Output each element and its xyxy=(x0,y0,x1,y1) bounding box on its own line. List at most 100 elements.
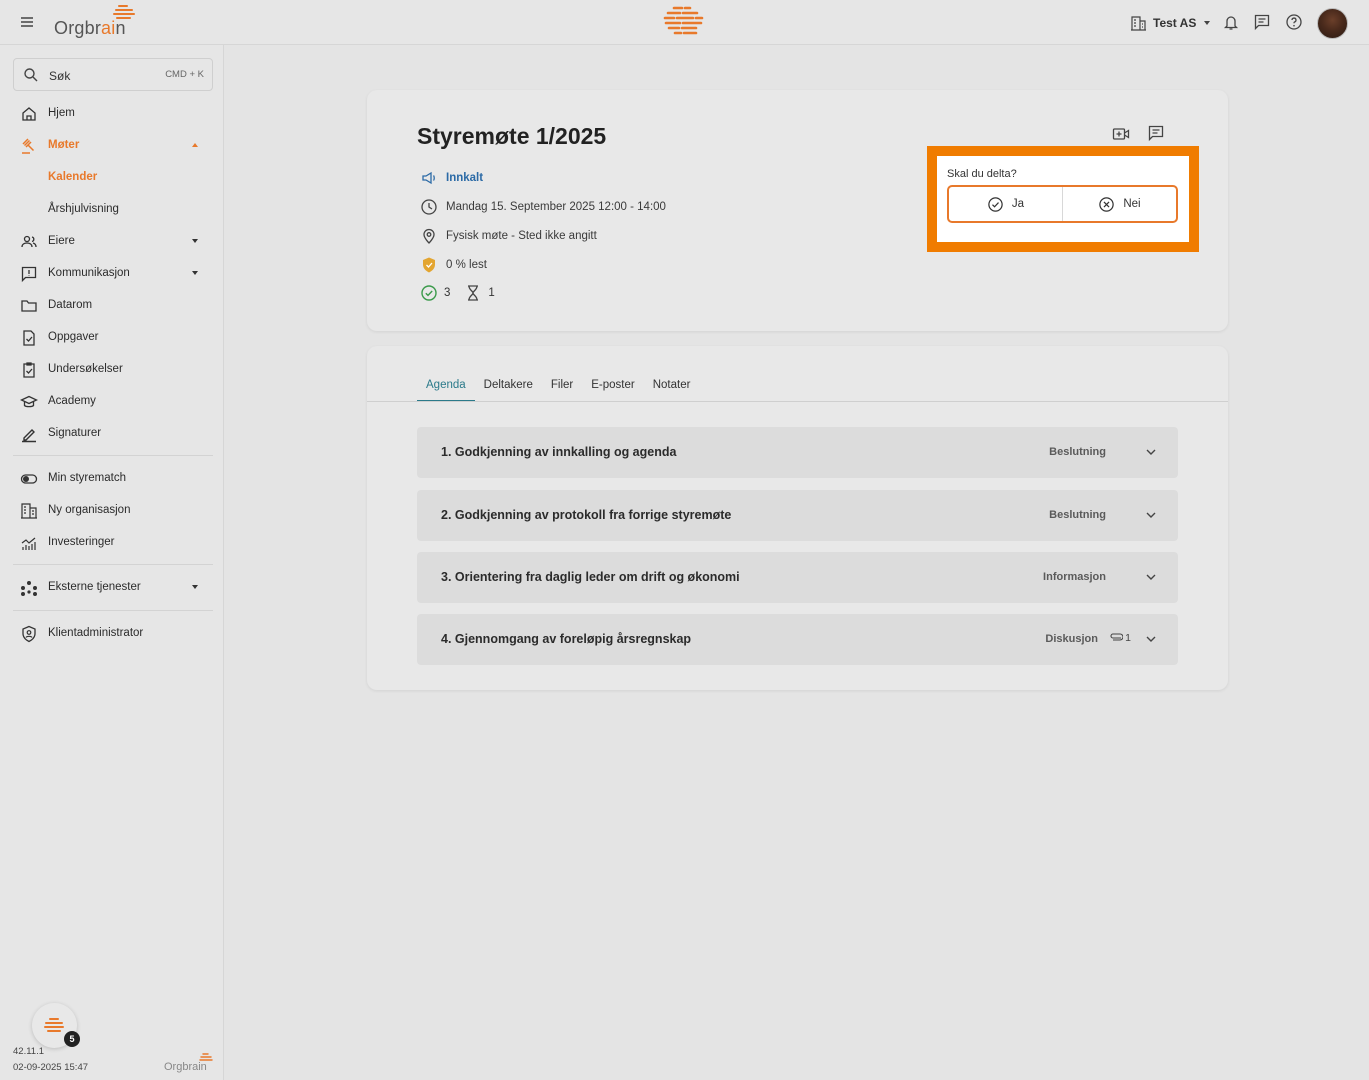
sidebar-item-eiere[interactable]: Eiere xyxy=(0,228,224,256)
page-title: Styremøte 1/2025 xyxy=(417,123,607,149)
center-brain-logo xyxy=(663,6,704,35)
message-icon xyxy=(21,266,37,283)
sidebar-item-hjem[interactable]: Hjem xyxy=(0,100,224,128)
search-shortcut: CMD + K xyxy=(165,69,204,80)
help-icon[interactable] xyxy=(1285,13,1303,31)
chevron-down-icon[interactable] xyxy=(1144,632,1158,646)
building-icon xyxy=(21,503,37,519)
tab-divider xyxy=(367,401,1228,402)
sidebar-item-klientadministrator[interactable]: Klientadministrator xyxy=(0,620,224,648)
video-add-icon[interactable] xyxy=(1112,125,1130,143)
attachment-count: 1 xyxy=(1109,632,1131,644)
check-circle-icon xyxy=(421,285,437,301)
x-circle-icon xyxy=(1099,196,1115,212)
brain-icon xyxy=(199,1053,213,1061)
assistant-fab-button[interactable]: 5 xyxy=(32,1003,80,1048)
pending-count: 1 xyxy=(488,287,495,299)
chevron-down-icon xyxy=(1204,21,1211,25)
sidebar-item-investeringer[interactable]: Investeringer xyxy=(0,529,224,557)
search-input[interactable]: Søk CMD + K xyxy=(13,58,213,91)
check-circle-icon xyxy=(988,196,1003,212)
menu-icon[interactable] xyxy=(18,13,36,31)
chevron-down-icon xyxy=(192,271,198,275)
meeting-content-card: Agenda Deltakere Filer E-poster Notater … xyxy=(367,346,1228,690)
sidebar-item-datarom[interactable]: Datarom xyxy=(0,292,224,320)
app-logo[interactable]: Orgbrain xyxy=(54,4,144,40)
sidebar-item-eksterne-tjenester[interactable]: Eksterne tjenester xyxy=(0,574,224,602)
megaphone-icon xyxy=(422,171,435,185)
services-icon xyxy=(21,581,37,596)
agenda-type-label: Beslutning xyxy=(1049,446,1106,458)
agenda-type-label: Informasjon xyxy=(1043,571,1106,583)
org-selector[interactable]: Test AS xyxy=(1130,13,1211,33)
agenda-item[interactable]: 3. Orientering fra daglig leder om drift… xyxy=(417,552,1178,603)
home-icon xyxy=(22,107,36,121)
rsvp-no-button[interactable]: Nei xyxy=(1062,187,1176,221)
sidebar-item-oppgaver[interactable]: Oppgaver xyxy=(0,324,224,352)
meeting-read-status: 0 % lest xyxy=(420,255,487,275)
brain-icon xyxy=(113,5,135,19)
gavel-icon xyxy=(22,138,35,154)
rsvp-panel: Skal du delta? Ja Nei xyxy=(927,146,1199,252)
sidebar-item-ny-organisasjon[interactable]: Ny organisasjon xyxy=(0,497,224,525)
meeting-datetime: Mandag 15. September 2025 12:00 - 14:00 xyxy=(420,197,666,217)
sidebar-item-min-styrematch[interactable]: Min styrematch xyxy=(0,465,224,493)
tab-notater[interactable]: Notater xyxy=(644,378,700,402)
academy-icon xyxy=(20,395,38,408)
agenda-type-label: Beslutning xyxy=(1049,509,1106,521)
notification-badge: 5 xyxy=(64,1031,80,1047)
agenda-item[interactable]: 4. Gjennomgang av foreløpig årsregnskap … xyxy=(417,614,1178,665)
rsvp-button-group: Ja Nei xyxy=(947,185,1178,223)
sidebar-item-academy[interactable]: Academy xyxy=(0,388,224,416)
chat-icon[interactable] xyxy=(1147,124,1165,142)
tab-e-poster[interactable]: E-poster xyxy=(582,378,643,402)
hourglass-icon xyxy=(468,285,479,301)
pen-icon xyxy=(22,429,36,443)
chart-icon xyxy=(21,537,36,550)
agenda-type-label: Diskusjon xyxy=(1045,633,1098,645)
sidebar-item-moter[interactable]: Møter xyxy=(0,132,224,160)
shield-check-icon xyxy=(423,257,435,273)
agenda-item[interactable]: 2. Godkjenning av protokoll fra forrige … xyxy=(417,490,1178,541)
rsvp-question: Skal du delta? xyxy=(947,168,1017,180)
user-avatar[interactable] xyxy=(1317,8,1348,39)
sidebar-divider xyxy=(13,455,213,456)
sidebar-item-arshjulvisning[interactable]: Årshjulvisning xyxy=(0,196,224,224)
tab-filer[interactable]: Filer xyxy=(542,378,582,402)
people-icon xyxy=(21,235,37,248)
shield-icon xyxy=(22,625,36,643)
tab-deltakere[interactable]: Deltakere xyxy=(475,378,542,402)
survey-icon xyxy=(23,362,35,378)
bell-icon[interactable] xyxy=(1222,13,1240,31)
chat-icon[interactable] xyxy=(1253,13,1271,31)
rsvp-yes-button[interactable]: Ja xyxy=(949,187,1062,221)
build-date: 02-09-2025 15:47 xyxy=(13,1062,89,1073)
chevron-down-icon[interactable] xyxy=(1144,445,1158,459)
chevron-down-icon[interactable] xyxy=(1144,570,1158,584)
attendance-counts: 3 1 xyxy=(420,284,495,302)
top-bar: Orgbrain Test AS xyxy=(0,0,1369,45)
task-icon xyxy=(23,330,35,346)
search-icon xyxy=(24,68,38,82)
building-icon xyxy=(1131,16,1146,31)
tab-bar: Agenda Deltakere Filer E-poster Notater xyxy=(417,378,699,402)
meeting-location: Fysisk møte - Sted ikke angitt xyxy=(420,226,597,246)
location-pin-icon xyxy=(423,228,435,244)
accepted-count: 3 xyxy=(444,287,451,299)
chevron-down-icon xyxy=(192,585,198,589)
tab-agenda[interactable]: Agenda xyxy=(417,378,475,402)
sidebar-item-signaturer[interactable]: Signaturer xyxy=(0,420,224,448)
sidebar-item-kommunikasjon[interactable]: Kommunikasjon xyxy=(0,260,224,288)
sidebar-divider xyxy=(13,610,213,611)
org-name: Test AS xyxy=(1153,16,1197,30)
agenda-item[interactable]: 1. Godkjenning av innkalling og agenda B… xyxy=(417,427,1178,478)
app-version: 42.11.1 xyxy=(13,1046,44,1057)
footer-logo: Orgbrain xyxy=(164,1051,216,1075)
folder-icon xyxy=(21,300,37,312)
chevron-down-icon xyxy=(192,239,198,243)
sidebar-item-undersokelser[interactable]: Undersøkelser xyxy=(0,356,224,384)
search-label: Søk xyxy=(49,69,71,83)
sidebar-item-kalender[interactable]: Kalender xyxy=(0,164,224,192)
chevron-down-icon[interactable] xyxy=(1144,508,1158,522)
sidebar-divider xyxy=(13,564,213,565)
